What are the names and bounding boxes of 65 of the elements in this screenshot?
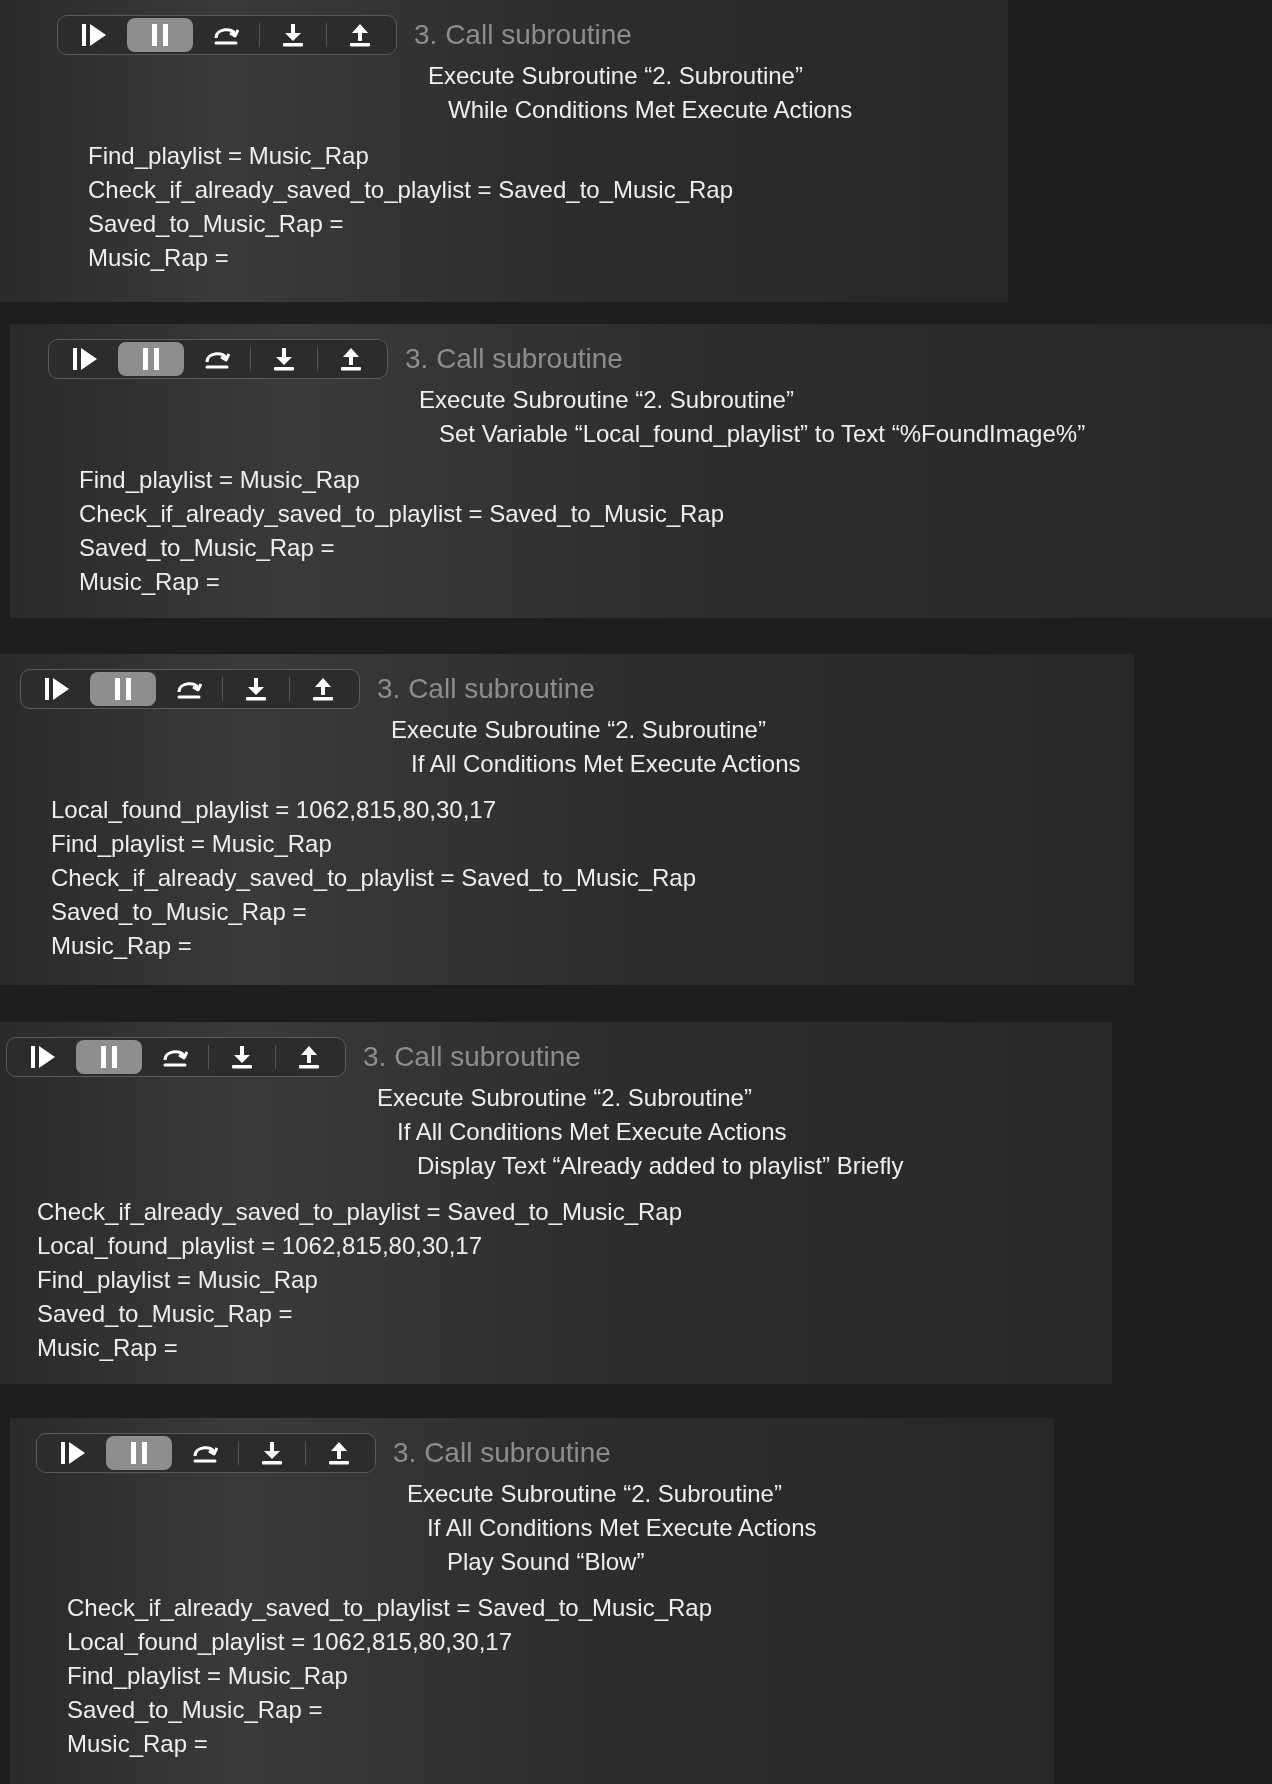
step-title: 3. Call subroutine (363, 1041, 581, 1073)
variable-line: Music_Rap = (88, 243, 230, 273)
upload-icon (349, 23, 371, 47)
pause-icon (100, 1045, 118, 1069)
variable-line: Saved_to_Music_Rap = (67, 1695, 324, 1725)
variable-line: Find_playlist = Music_Rap (37, 1265, 319, 1295)
variable-line: Find_playlist = Music_Rap (67, 1661, 349, 1691)
variable-line: Find_playlist = Music_Rap (79, 465, 361, 495)
continue-icon (60, 1441, 86, 1465)
download-icon (282, 23, 304, 47)
action-line: Execute Subroutine “2. Subroutine” (377, 1083, 753, 1113)
pause-button[interactable] (106, 1436, 172, 1470)
action-line: Set Variable “Local_found_playlist” to Text “%FoundImage%” (439, 419, 1087, 449)
step-title: 3. Call subroutine (405, 343, 623, 375)
variable-line: Find_playlist = Music_Rap (88, 141, 370, 171)
pause-icon (142, 347, 160, 371)
download-icon (261, 1441, 283, 1465)
variable-line: Local_found_playlist = 1062,815,80,30,17 (37, 1231, 484, 1261)
action-line: Execute Subroutine “2. Subroutine” (391, 715, 767, 745)
action-line: Execute Subroutine “2. Subroutine” (428, 61, 804, 91)
variable-line: Saved_to_Music_Rap = (79, 533, 336, 563)
action-line: If All Conditions Met Execute Actions (397, 1117, 788, 1147)
continue-icon (81, 23, 107, 47)
continue-icon (30, 1045, 56, 1069)
action-line: If All Conditions Met Execute Actions (427, 1513, 818, 1543)
download-icon (231, 1045, 253, 1069)
pause-icon (151, 23, 169, 47)
upload-icon (328, 1441, 350, 1465)
variable-line: Music_Rap = (67, 1729, 209, 1759)
variable-line: Check_if_already_saved_to_playlist = Saved_to_Music_Rap (51, 863, 698, 893)
variable-line: Music_Rap = (79, 567, 221, 597)
upload-icon (312, 677, 334, 701)
pause-button[interactable] (118, 342, 184, 376)
variable-line: Saved_to_Music_Rap = (88, 209, 345, 239)
variable-line: Find_playlist = Music_Rap (51, 829, 333, 859)
step-title: 3. Call subroutine (414, 19, 632, 51)
pause-button[interactable] (90, 672, 156, 706)
continue-icon (44, 677, 70, 701)
download-icon (273, 347, 295, 371)
step-title: 3. Call subroutine (377, 673, 595, 705)
variable-line: Music_Rap = (51, 931, 193, 961)
pause-icon (130, 1441, 148, 1465)
download-icon (245, 677, 267, 701)
variable-line: Check_if_already_saved_to_playlist = Saved_to_Music_Rap (88, 175, 735, 205)
pause-button[interactable] (127, 18, 193, 52)
variable-line: Check_if_already_saved_to_playlist = Saved_to_Music_Rap (37, 1197, 684, 1227)
pause-button[interactable] (76, 1040, 142, 1074)
step-title: 3. Call subroutine (393, 1437, 611, 1469)
action-line: If All Conditions Met Execute Actions (411, 749, 802, 779)
pause-icon (114, 677, 132, 701)
action-line: While Conditions Met Execute Actions (448, 95, 854, 125)
variable-line: Local_found_playlist = 1062,815,80,30,17 (51, 795, 498, 825)
variable-line: Local_found_playlist = 1062,815,80,30,17 (67, 1627, 514, 1657)
action-line: Execute Subroutine “2. Subroutine” (419, 385, 795, 415)
variable-line: Music_Rap = (37, 1333, 179, 1363)
variable-line: Saved_to_Music_Rap = (51, 897, 308, 927)
upload-icon (298, 1045, 320, 1069)
variable-line: Check_if_already_saved_to_playlist = Saved_to_Music_Rap (67, 1593, 714, 1623)
variable-line: Saved_to_Music_Rap = (37, 1299, 294, 1329)
continue-icon (72, 347, 98, 371)
action-line: Execute Subroutine “2. Subroutine” (407, 1479, 783, 1509)
action-line: Display Text “Already added to playlist” Briefly (417, 1151, 905, 1181)
action-line: Play Sound “Blow” (447, 1547, 646, 1577)
variable-line: Check_if_already_saved_to_playlist = Saved_to_Music_Rap (79, 499, 726, 529)
upload-icon (340, 347, 362, 371)
